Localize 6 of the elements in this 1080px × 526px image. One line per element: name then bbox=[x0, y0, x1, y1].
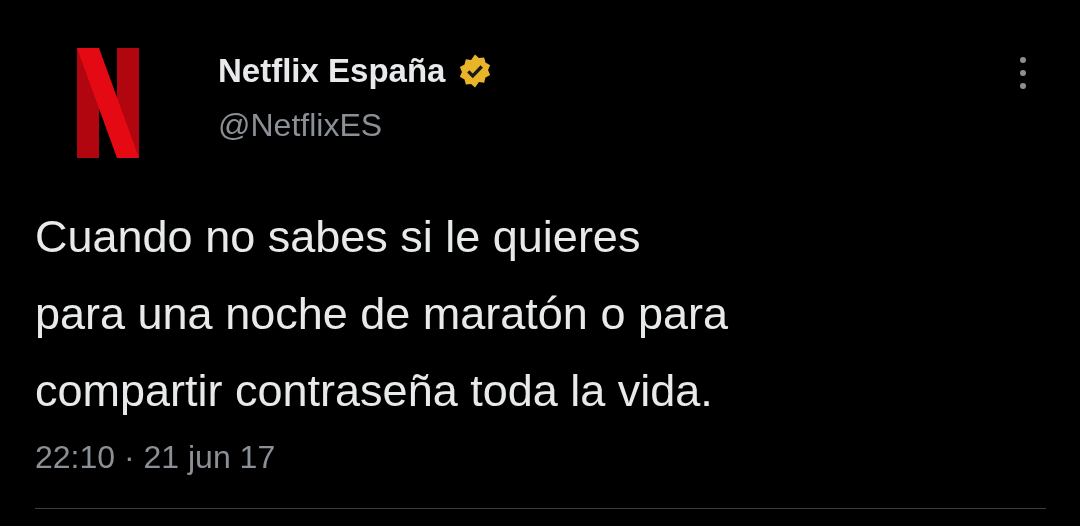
logo-icon bbox=[77, 48, 139, 158]
author-handle: @NetflixES bbox=[218, 107, 384, 144]
more-options-icon[interactable] bbox=[1018, 56, 1028, 90]
tweet-timestamp: 22:10 · 21 jun 17 bbox=[35, 439, 276, 476]
tweet-text: Cuando no sabes si le quieres para una noche de maratón o para compartir contraseña toda la vida. bbox=[35, 210, 729, 418]
author-name: Netflix España bbox=[218, 52, 446, 90]
